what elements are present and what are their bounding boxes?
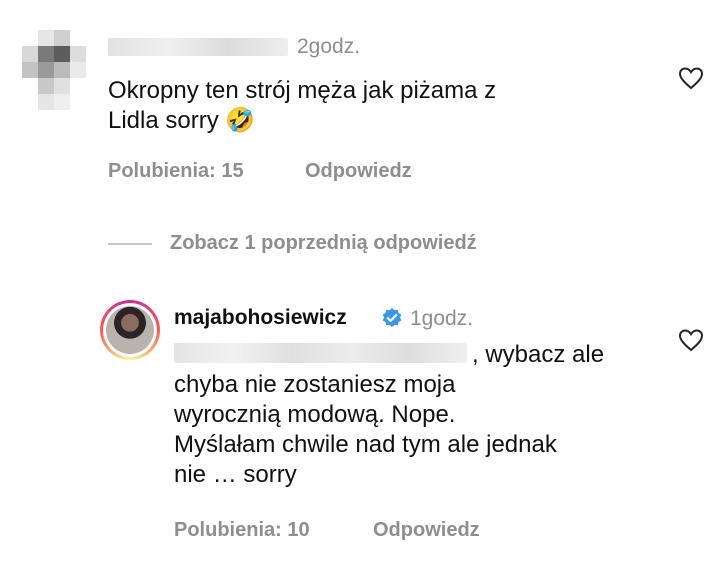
reply-button[interactable]: Odpowiedz bbox=[373, 519, 480, 542]
reply-text-line: nie … sorry bbox=[174, 461, 297, 488]
divider-line bbox=[108, 242, 152, 245]
username-blurred[interactable] bbox=[108, 38, 288, 56]
username[interactable]: majabohosiewicz bbox=[174, 306, 347, 330]
reply-text: , wybacz ale chyba nie zostaniesz moja w… bbox=[174, 340, 604, 490]
reply-text-span: , wybacz ale bbox=[472, 341, 605, 368]
comment-text: Okropny ten strój męża jak piżama z Lidl… bbox=[108, 76, 496, 136]
reply-text-line: chyba nie zostaniesz moja bbox=[174, 371, 456, 398]
comment-text-span: Lidla sorry bbox=[108, 107, 219, 134]
verified-badge-icon bbox=[382, 308, 402, 327]
likes-count[interactable]: Polubienia: 15 bbox=[108, 160, 244, 183]
view-previous-replies[interactable]: Zobacz 1 poprzednią odpowiedź bbox=[108, 232, 477, 255]
avatar-pixelated[interactable] bbox=[22, 30, 86, 110]
comment-text-line: Okropny ten strój męża jak piżama z bbox=[108, 77, 497, 104]
reply-button[interactable]: Odpowiedz bbox=[305, 160, 412, 183]
reply-text-line: , wybacz ale bbox=[174, 340, 604, 370]
reply-text-line: Myślałam chwile nad tym ale jednak bbox=[174, 431, 557, 458]
heart-icon[interactable] bbox=[678, 328, 704, 352]
avatar-inner bbox=[103, 303, 157, 357]
heart-icon[interactable] bbox=[678, 66, 704, 90]
likes-count[interactable]: Polubienia: 10 bbox=[174, 519, 310, 542]
comment-time: 2godz. bbox=[297, 35, 361, 58]
rofl-emoji: 🤣 bbox=[225, 107, 256, 134]
avatar-story-ring[interactable] bbox=[100, 300, 160, 360]
view-replies-label: Zobacz 1 poprzednią odpowiedź bbox=[170, 232, 477, 254]
reply-time: 1godz. bbox=[410, 307, 474, 330]
reply-text-line: wyrocznią modową. Nope. bbox=[174, 401, 456, 428]
comment-text-line: Lidla sorry 🤣 bbox=[108, 106, 496, 136]
avatar bbox=[106, 306, 154, 354]
